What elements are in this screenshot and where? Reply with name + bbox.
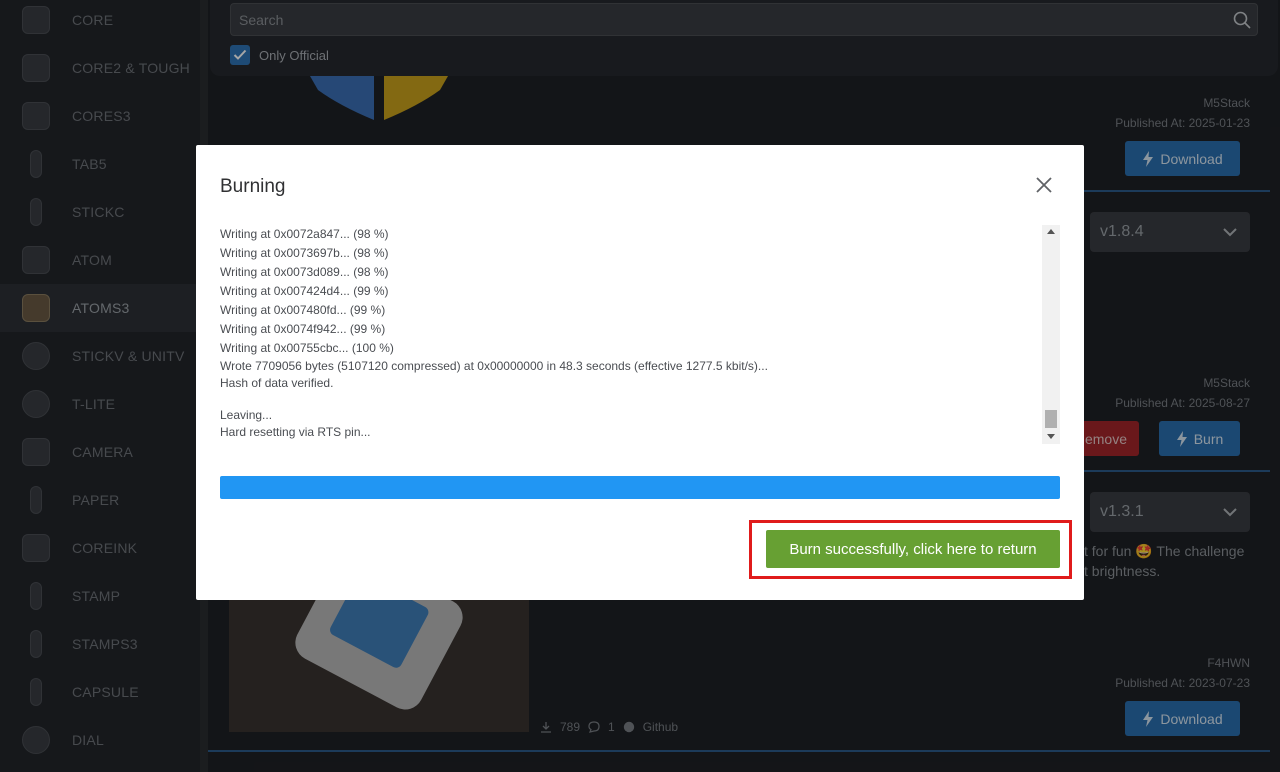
log-line: Writing at 0x00755cbc... (100 %) [220,341,394,355]
burning-dialog: Burning Writing at 0x0072a847... (98 %) … [196,145,1084,600]
log-line: Writing at 0x0074f942... (99 %) [220,322,386,336]
log-line: Hard resetting via RTS pin... [220,425,371,439]
log-line: Hash of data verified. [220,376,334,390]
log-line: Writing at 0x007424d4... (99 %) [220,284,389,298]
log-line: Writing at 0x0073697b... (98 %) [220,246,389,260]
log-blank-line [220,392,1060,407]
log-line: Wrote 7709056 bytes (5107120 compressed)… [220,359,768,373]
log-line: Writing at 0x0072a847... (98 %) [220,227,389,241]
scroll-up-arrow-icon[interactable] [1047,229,1055,234]
burn-log: Writing at 0x0072a847... (98 %) Writing … [220,225,1060,445]
log-line: Writing at 0x007480fd... (99 %) [220,303,386,317]
log-scrollbar[interactable] [1042,225,1060,444]
dialog-title: Burning [220,176,286,197]
scroll-down-arrow-icon[interactable] [1047,434,1055,439]
burn-progress-bar [220,476,1060,499]
log-line: Writing at 0x0073d089... (98 %) [220,265,389,279]
scroll-thumb[interactable] [1045,410,1057,428]
log-line: Leaving... [220,408,273,422]
close-icon[interactable] [1034,175,1054,195]
burn-success-return-button[interactable]: Burn successfully, click here to return [766,530,1060,568]
burn-progress-fill [220,476,1060,499]
